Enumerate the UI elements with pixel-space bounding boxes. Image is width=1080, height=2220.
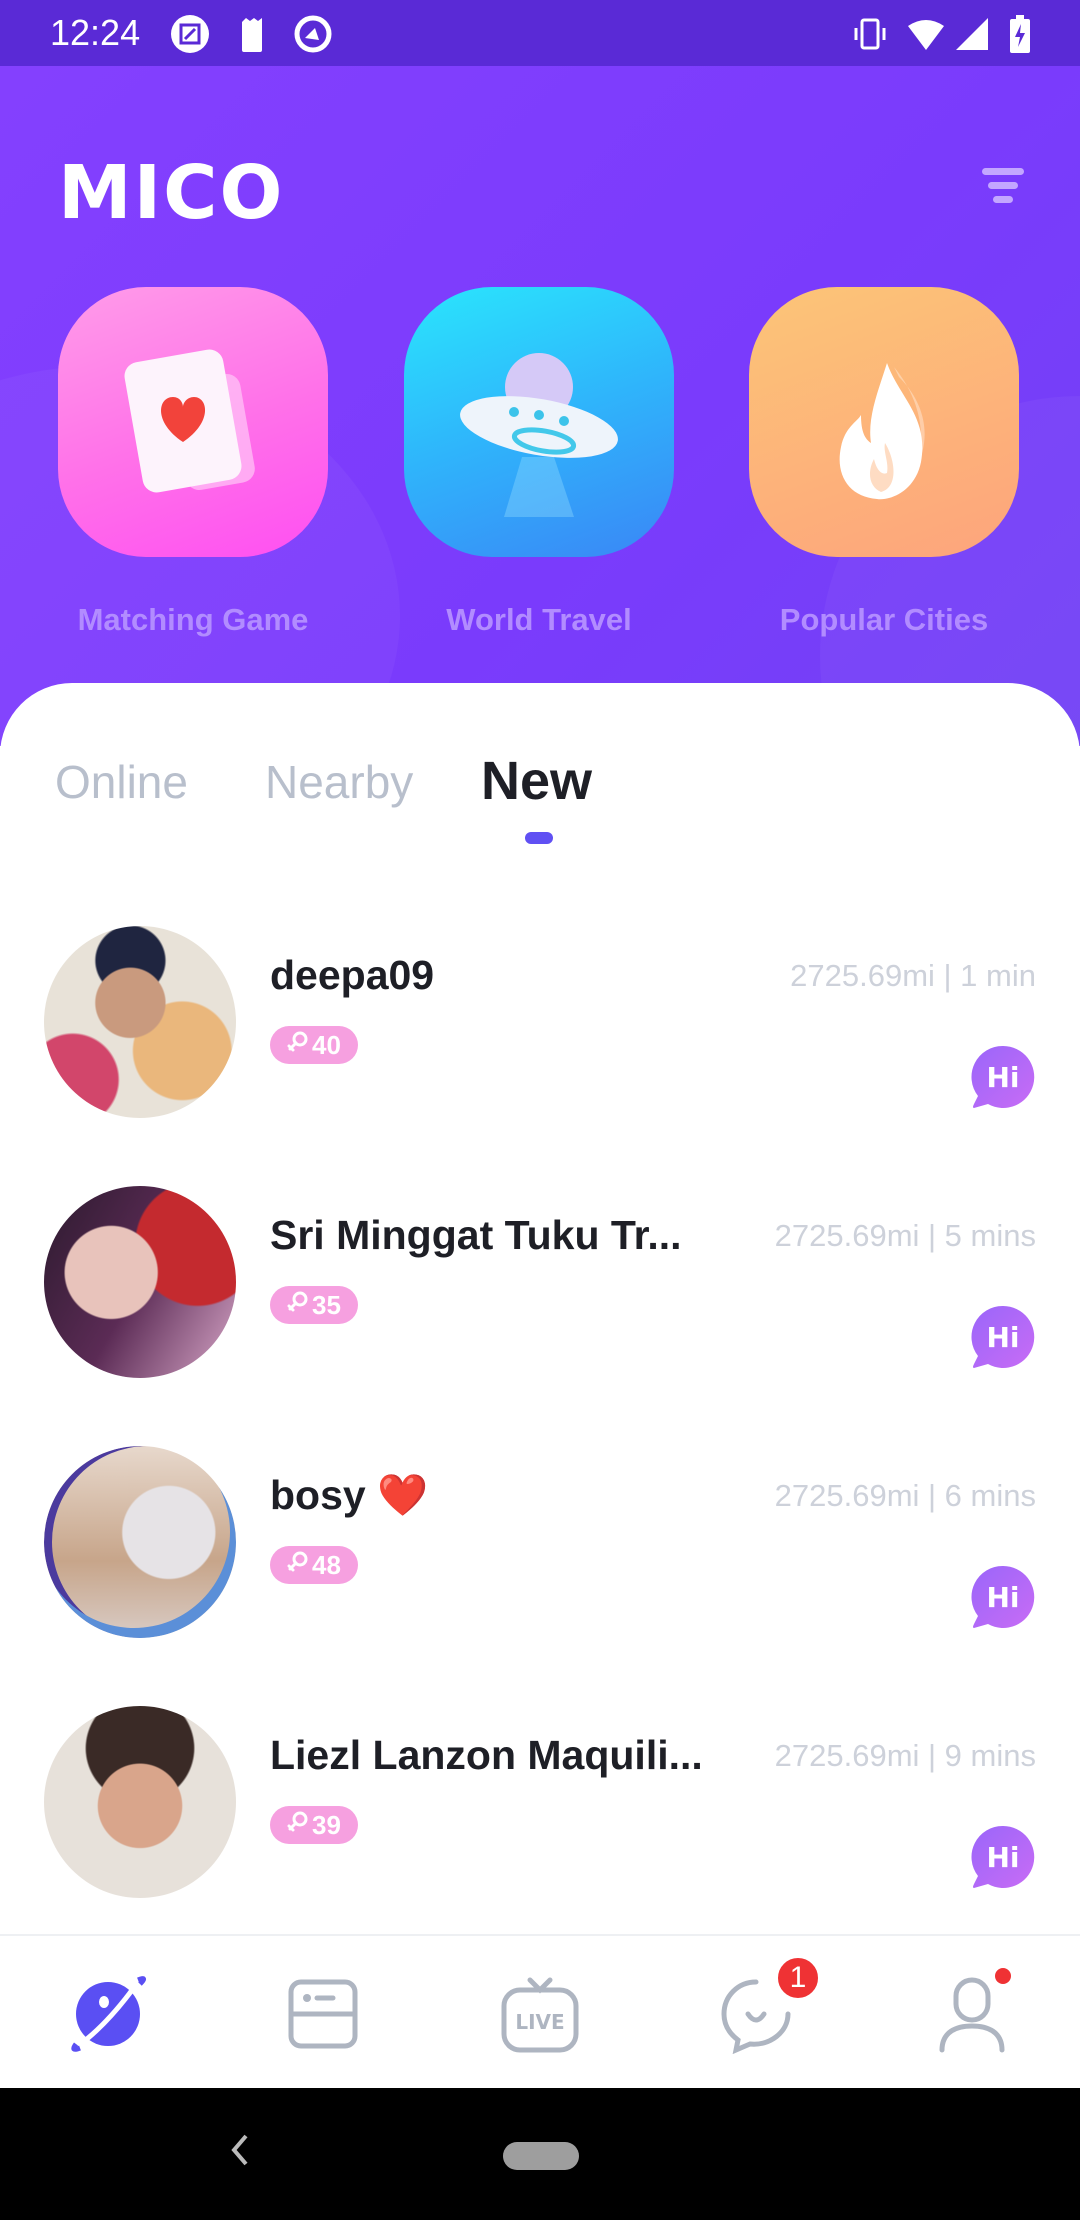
say-hi-button[interactable]: Hi (970, 1824, 1036, 1890)
user-name: Sri Minggat Tuku Tr... (270, 1212, 682, 1258)
matching-game-tile[interactable] (58, 287, 328, 557)
planet-icon (71, 1976, 146, 2052)
user-list-item[interactable]: bosy ❤️ 48 2725.69mi | 6 mins Hi (0, 1446, 1080, 1706)
home-button[interactable] (503, 2142, 579, 2170)
user-list-item[interactable]: Sri Minggat Tuku Tr... 35 2725.69mi | 5 … (0, 1186, 1080, 1446)
distance-time: 2725.69mi | 1 min (790, 958, 1036, 993)
world-travel-label[interactable]: World Travel (369, 602, 709, 638)
popular-cities-label[interactable]: Popular Cities (714, 602, 1054, 638)
avatar[interactable] (44, 1446, 236, 1638)
popular-cities-tile[interactable] (749, 287, 1019, 557)
bottom-navigation: LIVE (0, 1934, 1080, 2088)
female-icon (287, 1290, 309, 1321)
battery-charging-icon (1000, 14, 1040, 54)
unread-count-badge: 1 (775, 1955, 821, 2001)
age-badge: 39 (270, 1806, 358, 1844)
user-name: bosy ❤️ (270, 1472, 429, 1518)
live-tv-icon: LIVE (501, 1977, 579, 2053)
avatar[interactable] (44, 926, 236, 1118)
svg-text:LIVE: LIVE (515, 2010, 564, 2034)
avatar[interactable] (44, 1706, 236, 1898)
feed-card-icon (288, 1979, 358, 2049)
profile-icon (939, 1977, 1005, 2053)
distance-time: 2725.69mi | 5 mins (774, 1218, 1036, 1253)
age-badge: 35 (270, 1286, 358, 1324)
nav-profile[interactable] (932, 1974, 1012, 2054)
svg-text:Hi: Hi (986, 1321, 1019, 1354)
user-list-item[interactable]: Liezl Lanzon Maquili... 39 2725.69mi | 9… (0, 1706, 1080, 1966)
distance-time: 2725.69mi | 9 mins (774, 1738, 1036, 1773)
filter-icon (982, 168, 1024, 175)
distance-time: 2725.69mi | 6 mins (774, 1478, 1036, 1513)
nav-live[interactable]: LIVE (500, 1974, 580, 2054)
battery-saver-icon (232, 14, 272, 54)
status-bar: 12:24 (0, 0, 1080, 66)
female-icon (287, 1030, 309, 1061)
cell-signal-icon (952, 14, 992, 54)
svg-text:Hi: Hi (986, 1581, 1019, 1614)
age-badge: 40 (270, 1026, 358, 1064)
tab-online[interactable]: Online (55, 755, 188, 809)
app-logo: MICO (58, 150, 285, 236)
matching-game-label[interactable]: Matching Game (23, 602, 363, 638)
user-name: Liezl Lanzon Maquili... (270, 1732, 703, 1778)
nav-discover[interactable] (68, 1974, 148, 2054)
ufo-icon (460, 353, 618, 517)
female-icon (287, 1550, 309, 1581)
vibrate-icon (850, 14, 890, 54)
user-list-item[interactable]: deepa09 40 2725.69mi | 1 min Hi (0, 926, 1080, 1186)
svg-text:Hi: Hi (986, 1841, 1019, 1874)
say-hi-button[interactable]: Hi (970, 1304, 1036, 1370)
screenshot-icon (170, 14, 210, 54)
tab-nearby[interactable]: Nearby (265, 755, 413, 809)
nav-feed[interactable] (283, 1974, 363, 2054)
system-navigation-bar (0, 2088, 1080, 2220)
age-value: 35 (312, 1289, 341, 1320)
tab-new[interactable]: New (481, 750, 592, 812)
female-icon (287, 1810, 309, 1841)
age-value: 48 (312, 1549, 341, 1580)
say-hi-button[interactable]: Hi (970, 1044, 1036, 1110)
world-travel-tile[interactable] (404, 287, 674, 557)
heart-card-icon (124, 349, 255, 493)
back-button[interactable] (228, 2130, 252, 2175)
status-time: 12:24 (50, 12, 141, 53)
active-tab-indicator (525, 832, 553, 844)
user-name: deepa09 (270, 952, 435, 998)
say-hi-button[interactable]: Hi (970, 1564, 1036, 1630)
header: MICO Matching Game World Travel Popular … (0, 66, 1080, 746)
svg-text:Hi: Hi (986, 1061, 1019, 1094)
age-value: 39 (312, 1809, 341, 1840)
back-icon (231, 2134, 248, 2166)
flame-icon (839, 363, 925, 500)
notification-dot (995, 1968, 1011, 1984)
age-value: 40 (312, 1029, 341, 1060)
filter-button[interactable] (980, 166, 1026, 206)
age-badge: 48 (270, 1546, 358, 1584)
wifi-icon (906, 14, 946, 54)
avatar[interactable] (44, 1186, 236, 1378)
data-saver-icon (293, 14, 333, 54)
